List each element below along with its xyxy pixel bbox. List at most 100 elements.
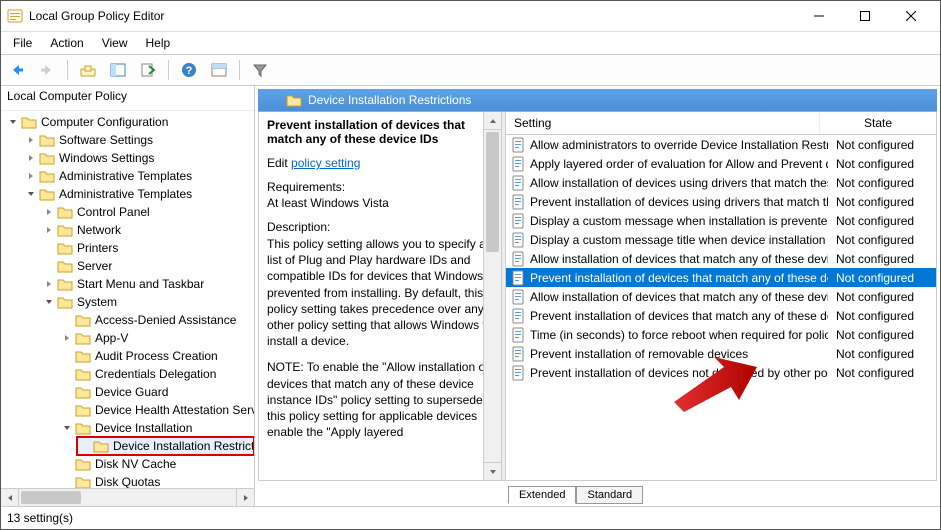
maximize-button[interactable] (842, 1, 888, 31)
folder-icon (57, 204, 73, 220)
setting-row[interactable]: Apply layered order of evaluation for Al… (506, 154, 936, 173)
scroll-thumb[interactable] (486, 132, 499, 252)
tree-expander[interactable] (43, 296, 55, 308)
tree-expander[interactable] (61, 314, 73, 326)
tree-expander[interactable] (61, 350, 73, 362)
help-button[interactable]: ? (177, 58, 201, 82)
minimize-button[interactable] (796, 1, 842, 31)
menu-view[interactable]: View (94, 34, 136, 52)
tree-node[interactable]: Device Installation (59, 419, 254, 437)
tree-node[interactable]: Device Guard (59, 383, 254, 401)
folder-icon (57, 276, 73, 292)
tree-node[interactable]: Network (41, 221, 254, 239)
scroll-right-button[interactable] (236, 489, 254, 506)
setting-row[interactable]: Prevent installation of devices that mat… (506, 268, 936, 287)
description-scrollbar[interactable] (483, 112, 501, 480)
setting-row[interactable]: Display a custom message title when devi… (506, 230, 936, 249)
tree-header[interactable]: Local Computer Policy (1, 86, 254, 111)
tab-standard[interactable]: Standard (576, 486, 643, 504)
requirements-value: At least Windows Vista (267, 196, 497, 210)
forward-button[interactable] (35, 58, 59, 82)
tree-node[interactable]: Windows Settings (23, 149, 254, 167)
setting-name: Time (in seconds) to force reboot when r… (530, 328, 828, 342)
setting-row[interactable]: Prevent installation of devices not desc… (506, 363, 936, 382)
right-pane-title-bar: Device Installation Restrictions (258, 89, 937, 112)
tree-expander[interactable] (25, 152, 37, 164)
column-setting[interactable]: Setting (506, 112, 820, 134)
tree-expander[interactable] (25, 188, 37, 200)
tree-node[interactable]: Disk Quotas (59, 473, 254, 488)
tree-expander[interactable] (43, 260, 55, 272)
tree-expander[interactable] (7, 116, 19, 128)
policy-icon (510, 270, 526, 286)
tab-extended[interactable]: Extended (508, 486, 576, 504)
tree-expander[interactable] (43, 224, 55, 236)
tree-expander[interactable] (61, 332, 73, 344)
setting-state: Not configured (828, 195, 936, 209)
properties-button[interactable] (207, 58, 231, 82)
tree-horizontal-scrollbar[interactable] (1, 488, 254, 506)
folder-icon (57, 240, 73, 256)
tree-node[interactable]: Start Menu and Taskbar (41, 275, 254, 293)
tree-node[interactable]: Control Panel (41, 203, 254, 221)
setting-row[interactable]: Prevent installation of removable device… (506, 344, 936, 363)
column-state[interactable]: State (820, 112, 936, 134)
filter-button[interactable] (248, 58, 272, 82)
menu-action[interactable]: Action (42, 34, 91, 52)
tree-pane: Local Computer Policy Computer Configura… (1, 86, 255, 506)
tree-node[interactable]: Computer Configuration (5, 113, 254, 131)
tree-expander[interactable] (61, 476, 73, 488)
show-hide-tree-button[interactable] (106, 58, 130, 82)
tree-node[interactable]: Device Installation Restrictions (77, 437, 254, 455)
folder-icon (39, 186, 55, 202)
scroll-down-button[interactable] (484, 462, 501, 480)
scroll-thumb[interactable] (21, 491, 81, 504)
tree-expander[interactable] (61, 458, 73, 470)
close-button[interactable] (888, 1, 934, 31)
tree-expander[interactable] (61, 368, 73, 380)
setting-row[interactable]: Time (in seconds) to force reboot when r… (506, 325, 936, 344)
setting-row[interactable]: Prevent installation of devices that mat… (506, 306, 936, 325)
tree-node[interactable]: Administrative Templates (23, 185, 254, 203)
menu-help[interactable]: Help (138, 34, 179, 52)
menu-file[interactable]: File (5, 34, 40, 52)
tree-node[interactable]: Administrative Templates (23, 167, 254, 185)
back-button[interactable] (5, 58, 29, 82)
export-button[interactable] (136, 58, 160, 82)
tree-expander[interactable] (25, 134, 37, 146)
tree-expander[interactable] (61, 404, 73, 416)
setting-row[interactable]: Allow administrators to override Device … (506, 135, 936, 154)
tree-node[interactable]: Server (41, 257, 254, 275)
tree-expander[interactable] (43, 206, 55, 218)
setting-row[interactable]: Allow installation of devices that match… (506, 249, 936, 268)
menubar: File Action View Help (1, 32, 940, 54)
tree-node[interactable]: App-V (59, 329, 254, 347)
setting-row[interactable]: Allow installation of devices using driv… (506, 173, 936, 192)
tree-expander[interactable] (43, 242, 55, 254)
tree-node[interactable]: Credentials Delegation (59, 365, 254, 383)
setting-row[interactable]: Allow installation of devices that match… (506, 287, 936, 306)
tree-node[interactable]: Disk NV Cache (59, 455, 254, 473)
scroll-up-button[interactable] (484, 112, 501, 130)
tree-node[interactable]: Audit Process Creation (59, 347, 254, 365)
scroll-left-button[interactable] (1, 489, 19, 506)
tree-node[interactable]: Software Settings (23, 131, 254, 149)
folder-icon (286, 92, 302, 108)
up-button[interactable] (76, 58, 100, 82)
policy-tree[interactable]: Computer ConfigurationSoftware SettingsW… (1, 111, 254, 488)
tree-expander[interactable] (25, 170, 37, 182)
policy-icon (510, 346, 526, 362)
tree-expander[interactable] (79, 440, 91, 452)
tree-node[interactable]: Device Health Attestation Service (59, 401, 254, 419)
edit-policy-link[interactable]: policy setting (291, 156, 360, 170)
setting-row[interactable]: Display a custom message when installati… (506, 211, 936, 230)
tree-node[interactable]: Access-Denied Assistance (59, 311, 254, 329)
tree-expander[interactable] (43, 278, 55, 290)
tree-node[interactable]: Printers (41, 239, 254, 257)
tree-expander[interactable] (61, 386, 73, 398)
setting-row[interactable]: Prevent installation of devices using dr… (506, 192, 936, 211)
settings-list[interactable]: Setting State Allow administrators to ov… (506, 112, 936, 480)
tree-node[interactable]: System (41, 293, 254, 311)
description-label: Description: (267, 220, 497, 234)
tree-expander[interactable] (61, 422, 73, 434)
